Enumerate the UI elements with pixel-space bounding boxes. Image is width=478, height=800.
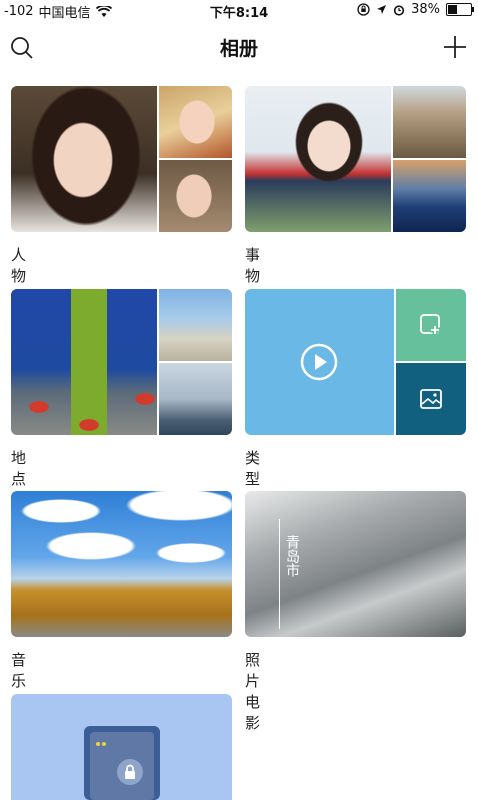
- album-cover[interactable]: [11, 694, 232, 800]
- album-label: 人物: [11, 246, 27, 285]
- album-cover[interactable]: [245, 289, 466, 435]
- cover-photo-main: [11, 491, 232, 637]
- cover-photo-thumb: [159, 289, 232, 361]
- album-cover[interactable]: [11, 86, 232, 232]
- lock-icon: [117, 759, 143, 785]
- album-cover[interactable]: [11, 289, 232, 435]
- alarm-icon: [393, 4, 405, 16]
- battery-icon: [446, 3, 474, 16]
- cover-photo-main: [11, 289, 157, 435]
- cover-photo-thumb: [159, 86, 232, 158]
- cover-photo-thumb: [393, 86, 466, 158]
- battery-level: [448, 5, 458, 14]
- screenshot-icon: [420, 314, 440, 335]
- album-cover[interactable]: 青岛市: [245, 491, 466, 637]
- image-icon: [420, 389, 442, 409]
- album-cover[interactable]: [245, 86, 466, 232]
- indicator-dot: [102, 742, 106, 746]
- cover-photo-main: [11, 86, 157, 232]
- cover-photo-main: 青岛市: [245, 491, 466, 637]
- page-title: 相册: [219, 38, 258, 60]
- play-icon: [300, 343, 338, 381]
- status-right: 38%: [357, 2, 474, 17]
- cover-photo-main: [245, 86, 391, 232]
- screenshot-type-tile[interactable]: [396, 289, 466, 361]
- cover-photo-thumb: [159, 160, 232, 232]
- cover-photo-thumb: [393, 160, 466, 232]
- plus-icon[interactable]: [442, 34, 468, 60]
- status-bar: -102 中国电信 下午8:14 38%: [0, 0, 478, 21]
- indicator-dot: [96, 742, 100, 746]
- album-cover[interactable]: [11, 491, 232, 637]
- private-album-bg: [11, 694, 232, 800]
- rotation-lock-icon: [357, 3, 370, 16]
- album-label: 地点: [11, 449, 27, 488]
- cover-divider: [279, 519, 280, 629]
- cover-caption: 青岛市: [284, 535, 300, 577]
- album-label: 照片电影: [245, 651, 261, 732]
- album-label: 类型: [245, 449, 261, 488]
- album-label: 事物: [245, 246, 261, 285]
- battery-percent: 38%: [411, 2, 440, 17]
- image-type-tile[interactable]: [396, 363, 466, 435]
- video-type-tile[interactable]: [245, 289, 394, 435]
- safe-box: [84, 726, 160, 800]
- safe-door: [90, 732, 154, 800]
- cover-photo-thumb: [159, 363, 232, 435]
- location-icon: [377, 5, 387, 14]
- nav-bar: 相册: [0, 22, 478, 70]
